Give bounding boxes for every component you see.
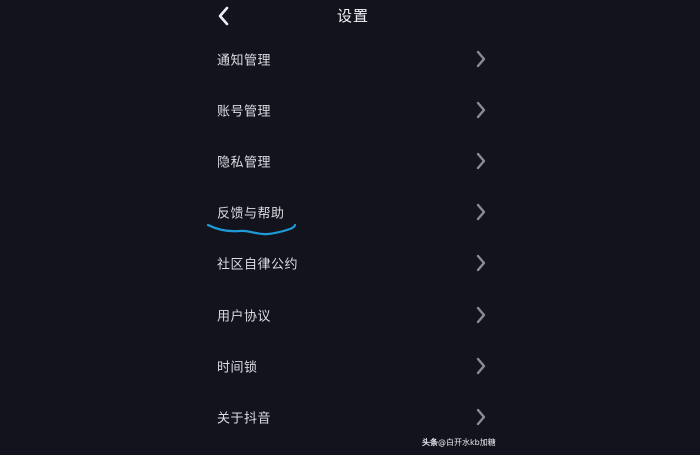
menu-item-label: 时间锁	[217, 360, 258, 376]
chevron-right-icon	[476, 408, 486, 426]
watermark-brand: 头条	[422, 438, 438, 447]
menu-item-time-lock[interactable]: 时间锁	[200, 340, 500, 391]
settings-screen: 设置 通知管理 账号管理 隐私管理 反馈与帮助 社区自律公约 用户协议 时间锁 …	[200, 0, 500, 455]
menu-item-label: 账号管理	[217, 104, 272, 120]
menu-item-community-guidelines[interactable]: 社区自律公约	[200, 238, 500, 289]
chevron-right-icon	[476, 50, 486, 67]
menu-item-label: 反馈与帮助	[217, 206, 285, 222]
menu-item-label: 关于抖音	[217, 411, 272, 427]
menu-item-label: 用户协议	[217, 309, 272, 325]
chevron-right-icon	[476, 255, 486, 272]
menu-item-user-agreement[interactable]: 用户协议	[200, 289, 500, 340]
header-bar: 设置	[200, 0, 500, 32]
menu-item-label: 社区自律公约	[217, 257, 299, 273]
menu-item-notification-settings[interactable]: 通知管理	[200, 33, 500, 84]
menu-item-account-settings[interactable]: 账号管理	[200, 84, 500, 135]
watermark-handle: @白开水kb加糖	[438, 438, 496, 447]
chevron-right-icon	[476, 152, 486, 170]
chevron-right-icon	[476, 306, 486, 323]
chevron-right-icon	[476, 203, 486, 221]
menu-item-label: 隐私管理	[217, 155, 272, 171]
menu-item-privacy-settings[interactable]: 隐私管理	[200, 135, 500, 186]
menu-item-about[interactable]: 关于抖音	[200, 391, 500, 442]
chevron-right-icon	[476, 101, 486, 118]
menu-item-label: 通知管理	[217, 53, 272, 69]
page-title: 设置	[336, 7, 369, 25]
chevron-right-icon	[476, 357, 486, 374]
watermark: 头条@白开水kb加糖	[422, 437, 496, 448]
hand-drawn-underline-annotation	[206, 223, 297, 236]
